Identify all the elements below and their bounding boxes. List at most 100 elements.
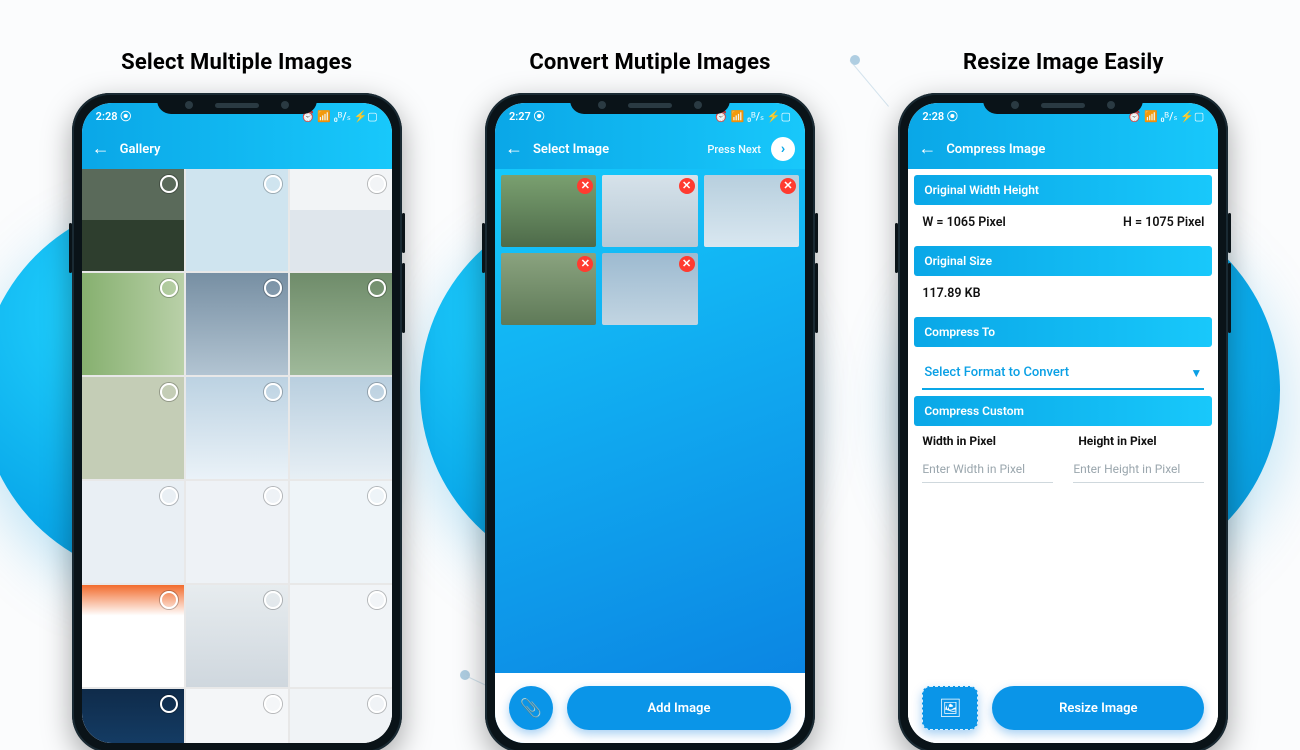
gallery-thumb[interactable] bbox=[186, 273, 288, 375]
app-bar-title: Compress Image bbox=[946, 142, 1045, 157]
status-time: 2:27 ⦿ bbox=[509, 108, 545, 124]
status-icons: ⏰ 📶 ₀ᴮ/ₛ ⚡▢ bbox=[714, 110, 791, 123]
select-ring-icon[interactable] bbox=[160, 279, 178, 297]
section-header-original-wh: Original Width Height bbox=[914, 175, 1212, 205]
status-icons: ⏰ 📶 ₀ᴮ/ₛ ⚡▢ bbox=[301, 110, 378, 123]
select-ring-icon[interactable] bbox=[368, 591, 386, 609]
headline-2: Convert Mutiple Images bbox=[529, 50, 770, 75]
width-label: Width in Pixel bbox=[922, 434, 1048, 448]
remove-icon[interactable]: ✕ bbox=[679, 256, 695, 272]
custom-labels-row: Width in Pixel Height in Pixel bbox=[908, 426, 1218, 452]
phone-frame-3: 2:28 ⦿ ⏰ 📶 ₀ᴮ/ₛ ⚡▢ ← Compress Image Orig… bbox=[898, 93, 1228, 750]
height-input[interactable]: Enter Height in Pixel bbox=[1073, 456, 1204, 483]
attach-fab[interactable]: 📎 bbox=[509, 686, 553, 730]
remove-icon[interactable]: ✕ bbox=[577, 178, 593, 194]
column-select-images: Select Multiple Images 2:28 ⦿ ⏰ 📶 ₀ᴮ/ₛ ⚡… bbox=[72, 50, 402, 750]
select-ring-icon[interactable] bbox=[160, 591, 178, 609]
status-icons: ⏰ 📶 ₀ᴮ/ₛ ⚡▢ bbox=[1128, 110, 1205, 123]
caret-down-icon: ▼ bbox=[1190, 366, 1202, 380]
selected-thumb[interactable]: ✕ bbox=[602, 175, 697, 247]
resize-image-label: Resize Image bbox=[1059, 701, 1137, 716]
resize-image-button[interactable]: Resize Image bbox=[992, 686, 1204, 730]
selected-thumb[interactable]: ✕ bbox=[704, 175, 799, 247]
gallery-thumb[interactable] bbox=[82, 689, 184, 743]
select-ring-icon[interactable] bbox=[160, 175, 178, 193]
bottom-action-bar: 📎 Add Image bbox=[495, 673, 805, 743]
remove-icon[interactable]: ✕ bbox=[577, 256, 593, 272]
gallery-thumb[interactable] bbox=[82, 169, 184, 271]
remove-icon[interactable]: ✕ bbox=[780, 178, 796, 194]
phone-notch bbox=[157, 96, 317, 114]
format-dropdown[interactable]: Select Format to Convert ▼ bbox=[922, 359, 1204, 390]
select-ring-icon[interactable] bbox=[368, 383, 386, 401]
height-label: Height in Pixel bbox=[1078, 434, 1204, 448]
select-ring-icon[interactable] bbox=[160, 383, 178, 401]
gallery-thumb[interactable] bbox=[290, 169, 392, 271]
gallery-thumb[interactable] bbox=[186, 169, 288, 271]
gallery-thumb[interactable] bbox=[186, 689, 288, 743]
headline-1: Select Multiple Images bbox=[121, 50, 352, 75]
next-button[interactable]: › bbox=[771, 137, 795, 161]
select-ring-icon[interactable] bbox=[264, 279, 282, 297]
selected-thumb[interactable]: ✕ bbox=[602, 253, 697, 325]
width-input[interactable]: Enter Width in Pixel bbox=[922, 456, 1053, 483]
gallery-thumb[interactable] bbox=[82, 377, 184, 479]
original-height-value: H = 1075 Pixel bbox=[1123, 215, 1204, 230]
select-ring-icon[interactable] bbox=[264, 175, 282, 193]
compress-form: Original Width Height W = 1065 Pixel H =… bbox=[908, 169, 1218, 743]
select-ring-icon[interactable] bbox=[368, 175, 386, 193]
app-bar-title: Gallery bbox=[120, 142, 161, 157]
section-header-original-size: Original Size bbox=[914, 246, 1212, 276]
select-ring-icon[interactable] bbox=[368, 279, 386, 297]
select-ring-icon[interactable] bbox=[264, 383, 282, 401]
select-ring-icon[interactable] bbox=[264, 695, 282, 713]
app-bar-select-image: ← Select Image Press Next › bbox=[495, 129, 805, 169]
select-ring-icon[interactable] bbox=[264, 591, 282, 609]
selected-thumb[interactable]: ✕ bbox=[501, 253, 596, 325]
phone-frame-2: 2:27 ⦿ ⏰ 📶 ₀ᴮ/ₛ ⚡▢ ← Select Image Press … bbox=[485, 93, 815, 750]
remove-icon[interactable]: ✕ bbox=[679, 178, 695, 194]
original-size-row: 117.89 KB bbox=[908, 276, 1218, 311]
gallery-thumb[interactable] bbox=[290, 689, 392, 743]
image-icon: 🖼 bbox=[939, 698, 962, 719]
select-ring-icon[interactable] bbox=[368, 695, 386, 713]
app-bar-gallery: ← Gallery bbox=[82, 129, 392, 169]
gallery-thumb[interactable] bbox=[290, 585, 392, 687]
format-dropdown-label: Select Format to Convert bbox=[924, 365, 1069, 380]
gallery-thumb[interactable] bbox=[186, 377, 288, 479]
select-ring-icon[interactable] bbox=[368, 487, 386, 505]
back-icon[interactable]: ← bbox=[505, 140, 523, 158]
section-header-compress-custom: Compress Custom bbox=[914, 396, 1212, 426]
gallery-thumb[interactable] bbox=[290, 273, 392, 375]
back-icon[interactable]: ← bbox=[92, 140, 110, 158]
add-image-label: Add Image bbox=[648, 701, 711, 716]
app-bar-title: Select Image bbox=[533, 142, 609, 157]
column-resize-image: Resize Image Easily 2:28 ⦿ ⏰ 📶 ₀ᴮ/ₛ ⚡▢ ←… bbox=[898, 50, 1228, 750]
phone-frame-1: 2:28 ⦿ ⏰ 📶 ₀ᴮ/ₛ ⚡▢ ← Gallery bbox=[72, 93, 402, 750]
back-icon[interactable]: ← bbox=[918, 140, 936, 158]
gallery-grid[interactable] bbox=[82, 169, 392, 743]
phone-notch bbox=[570, 96, 730, 114]
select-ring-icon[interactable] bbox=[160, 487, 178, 505]
bottom-action-bar: 🖼 Resize Image bbox=[908, 673, 1218, 743]
press-next-label: Press Next bbox=[707, 143, 761, 156]
paperclip-icon: 📎 bbox=[520, 698, 542, 719]
gallery-thumb[interactable] bbox=[290, 377, 392, 479]
original-width-value: W = 1065 Pixel bbox=[922, 215, 1005, 230]
gallery-thumb[interactable] bbox=[186, 481, 288, 583]
original-dimensions-row: W = 1065 Pixel H = 1075 Pixel bbox=[908, 205, 1218, 240]
select-ring-icon[interactable] bbox=[160, 695, 178, 713]
status-time: 2:28 ⦿ bbox=[922, 108, 958, 124]
add-image-button[interactable]: Add Image bbox=[567, 686, 791, 730]
gallery-thumb[interactable] bbox=[82, 585, 184, 687]
selected-thumb[interactable]: ✕ bbox=[501, 175, 596, 247]
original-size-value: 117.89 KB bbox=[922, 286, 980, 301]
gallery-thumb[interactable] bbox=[186, 585, 288, 687]
gallery-thumb[interactable] bbox=[82, 481, 184, 583]
select-ring-icon[interactable] bbox=[264, 487, 282, 505]
gallery-thumb[interactable] bbox=[82, 273, 184, 375]
selected-images-area: ✕ ✕ ✕ ✕ ✕ 📎 Add Image bbox=[495, 169, 805, 743]
app-bar-compress: ← Compress Image bbox=[908, 129, 1218, 169]
image-placeholder-fab[interactable]: 🖼 bbox=[922, 686, 978, 730]
gallery-thumb[interactable] bbox=[290, 481, 392, 583]
